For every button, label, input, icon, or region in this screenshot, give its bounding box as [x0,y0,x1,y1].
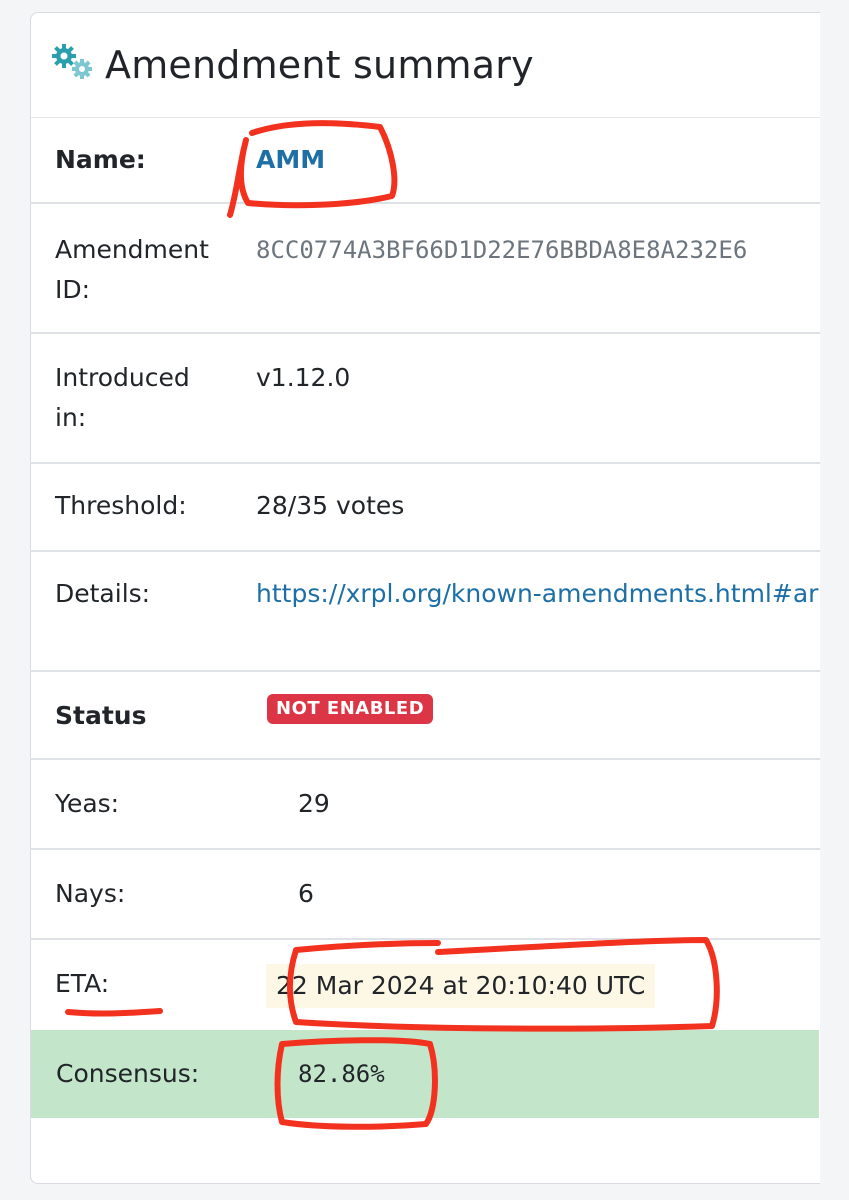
card-header: Amendment summary [31,13,820,118]
consensus-value: 82.86% [298,1060,385,1088]
cogs-icon [49,41,105,89]
consensus-row: Consensus: 82.86% [31,1030,819,1118]
consensus-label: Consensus: [56,1059,200,1088]
status-badge: NOT ENABLED [267,694,434,724]
page-title: Amendment summary [105,43,534,87]
amendment-summary-card: Amendment summary [30,12,820,1184]
eta-value: 22 Mar 2024 at 20:10:40 UTC [266,964,656,1008]
